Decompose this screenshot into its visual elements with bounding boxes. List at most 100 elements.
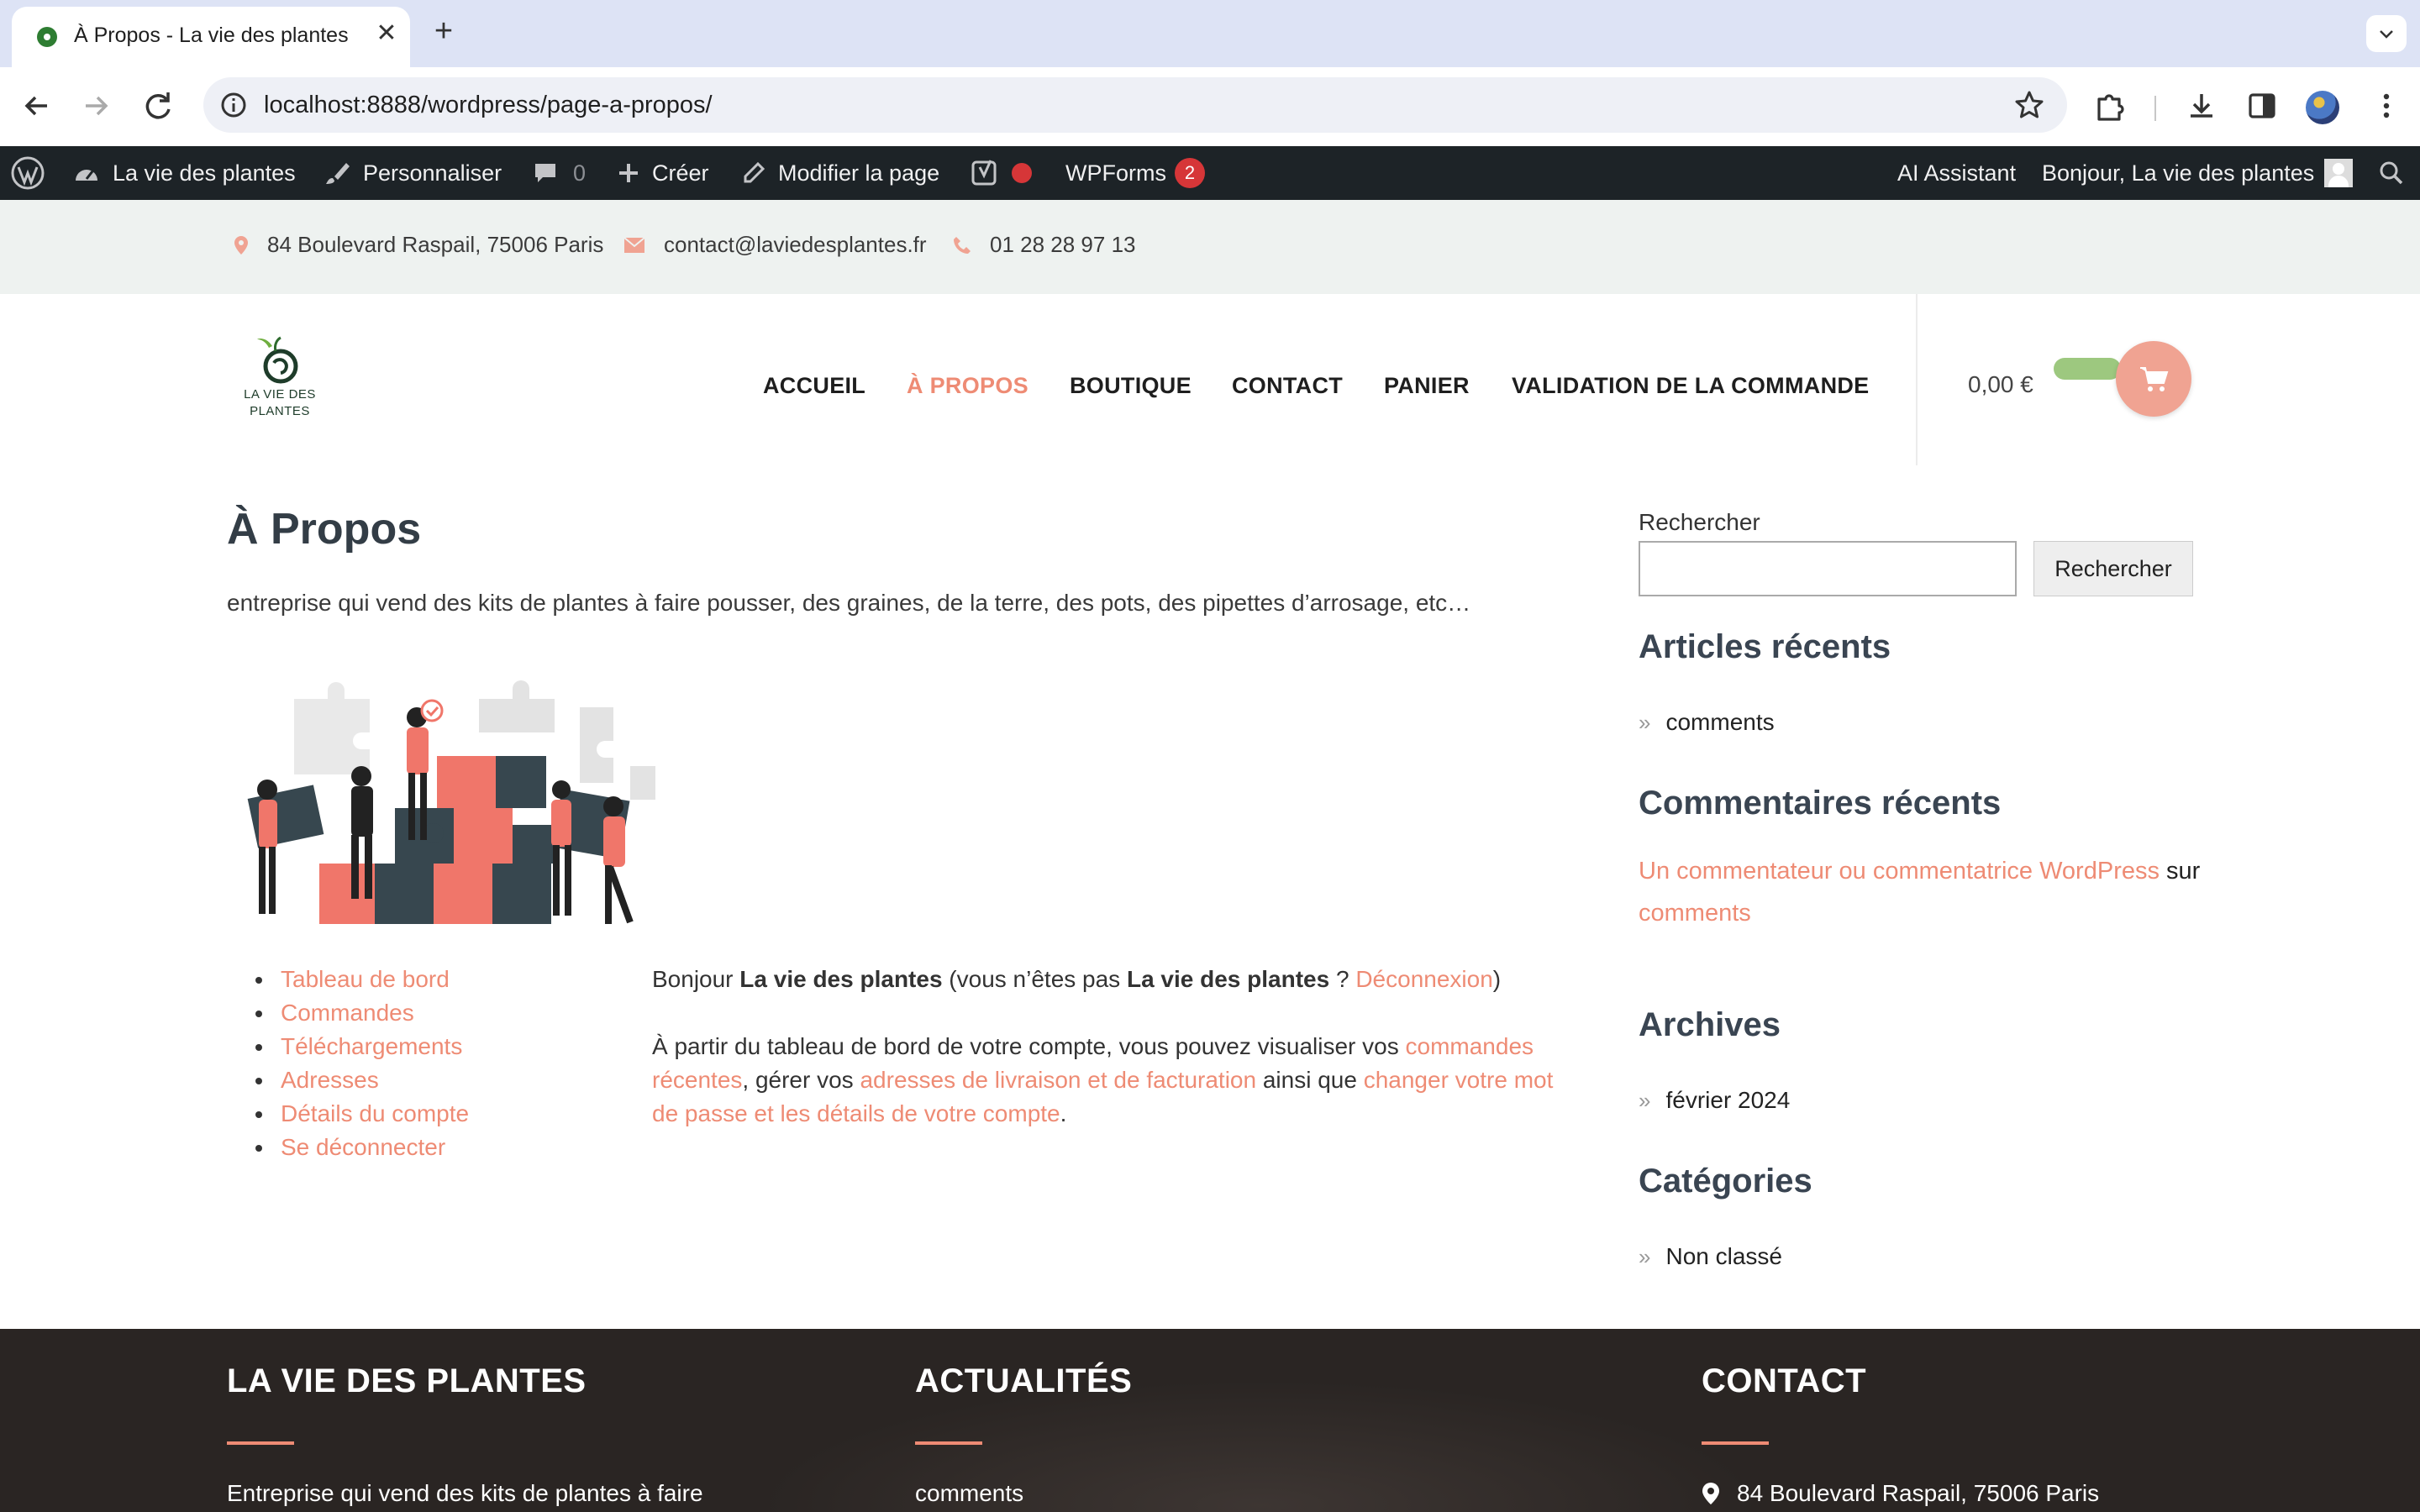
nav-panier[interactable]: PANIER — [1384, 373, 1470, 399]
chevron-right-icon: » — [1639, 1087, 1651, 1113]
dashboard-pre: À partir du tableau de bord de votre com… — [652, 1033, 1406, 1059]
topbar-address-text: 84 Boulevard Raspail, 75006 Paris — [267, 232, 604, 257]
nav-boutique[interactable]: BOUTIQUE — [1070, 373, 1192, 399]
nav-a-propos[interactable]: À PROPOS — [907, 373, 1028, 399]
bookmark-star-icon[interactable] — [2013, 89, 2045, 121]
greeting-pre: Bonjour — [652, 966, 740, 992]
address-bar[interactable]: localhost:8888/wordpress/page-a-propos/ — [203, 77, 2067, 133]
site-info-icon[interactable] — [218, 90, 249, 120]
search-button[interactable]: Rechercher — [2033, 541, 2193, 596]
side-panel-icon[interactable] — [2244, 87, 2281, 124]
account-nav-downloads[interactable]: Téléchargements — [252, 1030, 469, 1063]
cart-button[interactable] — [2116, 341, 2191, 417]
archives-heading: Archives — [1639, 1006, 1781, 1043]
comment-author-link[interactable]: Un commentateur ou commentatrice WordPre… — [1639, 858, 2160, 885]
admin-edit-page-label: Modifier la page — [778, 160, 940, 186]
site-topbar: 84 Boulevard Raspail, 75006 Paris contac… — [0, 200, 2420, 294]
cart-total[interactable]: 0,00 € — [1968, 371, 2033, 398]
admin-account[interactable]: Bonjour, La vie des plantes — [2042, 146, 2354, 200]
footer-contact-title: CONTACT — [1702, 1362, 1867, 1399]
header-divider — [1916, 294, 1918, 465]
admin-greeting: Bonjour, La vie des plantes — [2042, 160, 2315, 186]
topbar-email-text[interactable]: contact@laviedesplantes.fr — [664, 232, 927, 258]
footer-underline — [1702, 1441, 1769, 1445]
back-arrow-icon[interactable] — [17, 86, 57, 126]
greeting-username: La vie des plantes — [739, 966, 943, 992]
footer-about-text: Entreprise qui vend des kits de plantes … — [227, 1480, 703, 1507]
greeting-question: ? — [1329, 966, 1356, 992]
comments-count: 0 — [573, 160, 587, 186]
topbar-phone-text[interactable]: 01 28 28 97 13 — [990, 232, 1136, 258]
dashboard-gauge-icon — [76, 170, 97, 181]
nav-contact[interactable]: CONTACT — [1232, 373, 1343, 399]
phone-icon — [954, 236, 971, 254]
recent-posts-heading: Articles récents — [1639, 628, 1891, 665]
search-input[interactable] — [1639, 541, 2017, 596]
admin-new[interactable]: Créer — [617, 146, 709, 200]
account-description: À partir du tableau de bord de votre com… — [652, 1030, 1568, 1131]
chevron-right-icon: » — [1639, 1243, 1651, 1269]
category-link[interactable]: Non classé — [1665, 1243, 1782, 1270]
forward-arrow-icon[interactable] — [76, 86, 116, 126]
comment-on: sur — [2159, 858, 2201, 885]
account-nav-addresses[interactable]: Adresses — [252, 1063, 469, 1097]
teamwork-puzzle-illustration — [247, 680, 655, 924]
account-nav-dashboard[interactable]: Tableau de bord — [252, 963, 469, 996]
user-avatar — [2324, 159, 2354, 187]
nav-accueil[interactable]: ACCUEIL — [763, 373, 865, 399]
footer-news-item[interactable]: comments — [915, 1480, 1023, 1507]
tab-search-button[interactable] — [2366, 15, 2407, 52]
category-item[interactable]: » Non classé — [1639, 1243, 1782, 1270]
topbar-phone[interactable]: 01 28 28 97 13 — [953, 232, 1136, 258]
chevron-right-icon: » — [1639, 709, 1651, 735]
shopping-cart-icon — [2140, 367, 2169, 391]
admin-wpforms[interactable]: WPForms 2 — [1065, 146, 1205, 200]
footer-underline — [915, 1441, 982, 1445]
admin-customize[interactable]: Personnaliser — [324, 146, 502, 200]
footer-contact-address: 84 Boulevard Raspail, 75006 Paris — [1702, 1480, 2099, 1507]
ai-assistant[interactable]: AI Assistant — [1897, 146, 2016, 200]
categories-heading: Catégories — [1639, 1163, 1812, 1200]
comment-post-link[interactable]: comments — [1639, 900, 1751, 927]
account-nav-logout[interactable]: Se déconnecter — [252, 1131, 469, 1164]
admin-site-name[interactable]: La vie des plantes — [72, 146, 296, 200]
admin-comments[interactable]: 0 — [533, 146, 586, 200]
brush-icon — [326, 163, 350, 184]
archive-item[interactable]: » février 2024 — [1639, 1087, 1790, 1114]
pencil-icon — [744, 161, 765, 183]
greeting-end: ) — [1492, 966, 1502, 992]
admin-edit-page[interactable]: Modifier la page — [741, 146, 939, 200]
nav-validation-commande[interactable]: VALIDATION DE LA COMMANDE — [1512, 373, 1869, 399]
yoast-icon — [971, 160, 997, 186]
footer-news-link[interactable]: comments — [915, 1480, 1023, 1507]
close-tab-icon[interactable]: ✕ — [371, 18, 402, 49]
ai-assistant-label: AI Assistant — [1897, 160, 2017, 186]
logout-link[interactable]: Déconnexion — [1355, 966, 1492, 992]
yoast-seo[interactable] — [971, 146, 1032, 200]
account-nav-details[interactable]: Détails du compte — [252, 1097, 469, 1131]
extensions-puzzle-icon[interactable] — [2092, 87, 2129, 124]
logo-line-2: PLANTES — [250, 404, 310, 418]
site-logo[interactable]: LA VIE DES PLANTES — [225, 333, 334, 425]
download-icon[interactable] — [2183, 87, 2220, 124]
account-greeting: Bonjour La vie des plantes (vous n’êtes … — [652, 963, 1568, 996]
wordpress-logo-icon[interactable] — [10, 146, 45, 200]
topbar-email[interactable]: contact@laviedesplantes.fr — [623, 232, 927, 258]
browser-tabstrip: À Propos - La vie des plantes ✕ + — [0, 0, 2420, 67]
recent-post-item[interactable]: » comments — [1639, 709, 1775, 736]
recent-post-link[interactable]: comments — [1665, 709, 1774, 736]
footer-news-title: ACTUALITÉS — [915, 1362, 1133, 1399]
url-text[interactable]: localhost:8888/wordpress/page-a-propos/ — [264, 92, 713, 119]
archive-link[interactable]: février 2024 — [1665, 1087, 1790, 1114]
addresses-link[interactable]: adresses de livraison et de facturation — [860, 1067, 1256, 1093]
profile-avatar[interactable] — [2306, 91, 2339, 124]
dashboard-mid-1: , gérer vos — [742, 1067, 860, 1093]
admin-site-name-label: La vie des plantes — [113, 160, 296, 186]
account-nav-orders[interactable]: Commandes — [252, 996, 469, 1030]
reload-icon[interactable] — [138, 86, 178, 126]
more-menu-icon[interactable] — [2368, 87, 2405, 124]
browser-tab[interactable]: À Propos - La vie des plantes ✕ — [12, 7, 410, 67]
new-tab-icon[interactable]: + — [427, 15, 460, 49]
admin-search-icon[interactable] — [2378, 146, 2405, 200]
page-intro: entreprise qui vend des kits de plantes … — [227, 590, 1471, 616]
